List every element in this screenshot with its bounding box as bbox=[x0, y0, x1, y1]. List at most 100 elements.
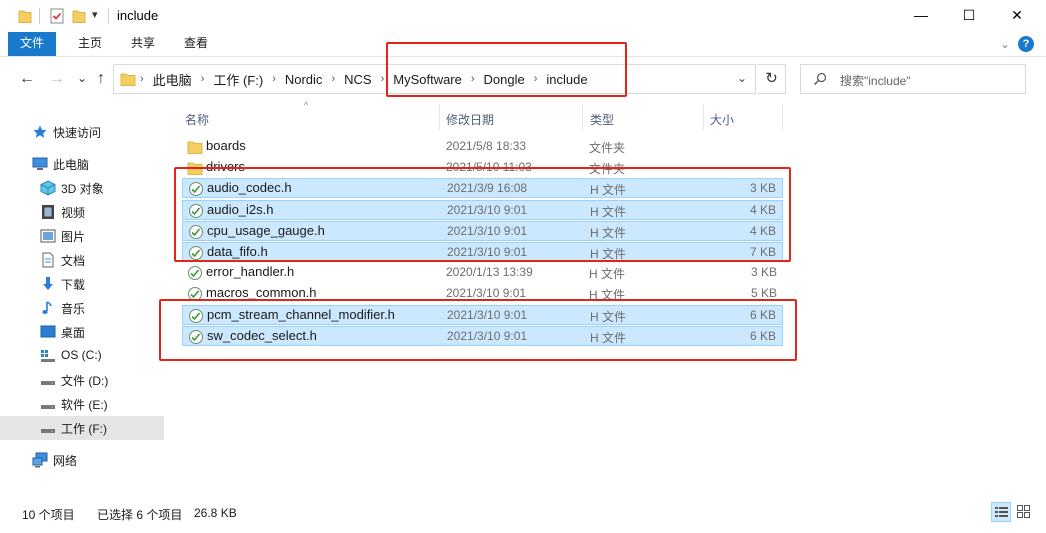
sidebar-item-downloads[interactable]: 下载 bbox=[0, 272, 164, 296]
close-button[interactable]: ✕ bbox=[994, 0, 1040, 30]
annotation-box-selection-2 bbox=[159, 299, 797, 361]
sidebar-item-quick-access[interactable]: 快速访问 bbox=[0, 120, 164, 144]
sidebar-item-this-pc[interactable]: 此电脑 bbox=[0, 152, 164, 176]
breadcrumb-drive-f[interactable]: 工作 (F:) bbox=[213, 70, 263, 89]
maximize-button[interactable]: ☐ bbox=[946, 0, 992, 30]
forward-button[interactable]: → bbox=[47, 69, 67, 89]
file-size: 5 KB bbox=[750, 286, 777, 300]
download-icon bbox=[43, 277, 53, 290]
sort-ascending-icon: ^ bbox=[304, 100, 309, 110]
address-dropdown-icon[interactable]: ⌄ bbox=[737, 71, 747, 85]
recent-locations-button[interactable]: ⌄ bbox=[72, 68, 92, 88]
refresh-button[interactable]: ↻ bbox=[758, 64, 786, 94]
sidebar-item-3d-objects[interactable]: 3D 对象 bbox=[0, 176, 164, 200]
file-type: 文件夹 bbox=[589, 141, 626, 155]
file-name: error_handler.h bbox=[206, 264, 295, 279]
tab-home[interactable]: 主页 bbox=[66, 32, 114, 56]
sidebar-item-label: 图片 bbox=[61, 230, 86, 244]
sidebar-item-label: 快速访问 bbox=[53, 126, 102, 140]
minimize-button[interactable]: — bbox=[898, 0, 944, 30]
sidebar-item-label: 网络 bbox=[53, 454, 78, 468]
sidebar-item-drive-d[interactable]: 文件 (D:) bbox=[0, 368, 164, 392]
large-icons-view-button[interactable] bbox=[1014, 502, 1034, 522]
properties-icon[interactable] bbox=[49, 7, 65, 25]
sidebar-item-label: 下载 bbox=[61, 278, 86, 292]
details-view-button[interactable] bbox=[991, 502, 1011, 522]
sidebar-item-network[interactable]: 网络 bbox=[0, 448, 164, 472]
tab-file[interactable]: 文件 bbox=[8, 32, 56, 56]
desktop-icon bbox=[40, 325, 56, 338]
new-folder-icon[interactable] bbox=[72, 7, 86, 25]
sidebar-item-desktop[interactable]: 桌面 bbox=[0, 320, 164, 344]
computer-icon bbox=[32, 157, 48, 170]
drive-icon bbox=[41, 405, 55, 409]
customize-toolbar-icon[interactable]: ▾ bbox=[92, 8, 98, 21]
tab-share[interactable]: 共享 bbox=[119, 32, 167, 56]
status-size: 26.8 KB bbox=[194, 506, 237, 520]
star-icon bbox=[33, 125, 47, 138]
chevron-right-icon[interactable]: › bbox=[201, 73, 205, 85]
annotation-box-selection-1 bbox=[174, 167, 791, 262]
file-modified-date: 2021/5/8 18:33 bbox=[446, 139, 527, 153]
file-modified-date: 2020/1/13 13:39 bbox=[446, 265, 533, 279]
sidebar-item-label: 音乐 bbox=[61, 302, 86, 316]
tab-view[interactable]: 查看 bbox=[172, 32, 220, 56]
column-header-date[interactable]: 修改日期 bbox=[446, 111, 494, 137]
column-header-type[interactable]: 类型 bbox=[590, 111, 614, 137]
column-separator[interactable] bbox=[439, 104, 440, 130]
chevron-right-icon[interactable]: › bbox=[381, 73, 385, 85]
back-button[interactable]: ← bbox=[17, 69, 37, 89]
chevron-down-icon[interactable]: ⌄ bbox=[1000, 37, 1010, 51]
sidebar-item-label: 软件 (E:) bbox=[61, 398, 108, 412]
column-separator[interactable] bbox=[703, 104, 704, 130]
large-icons-view-icon bbox=[1017, 505, 1030, 518]
chevron-right-icon[interactable]: › bbox=[331, 73, 335, 85]
column-header-size[interactable]: 大小 bbox=[710, 111, 734, 137]
chevron-right-icon[interactable]: › bbox=[140, 73, 144, 85]
sidebar-item-label: 视频 bbox=[61, 206, 86, 220]
breadcrumb-nordic[interactable]: Nordic bbox=[285, 72, 323, 87]
sidebar-item-videos[interactable]: 视频 bbox=[0, 200, 164, 224]
cube-icon bbox=[40, 180, 56, 196]
breadcrumb-ncs[interactable]: NCS bbox=[344, 72, 371, 87]
header-file-icon bbox=[188, 266, 202, 280]
sidebar-item-pictures[interactable]: 图片 bbox=[0, 224, 164, 248]
sidebar-item-drive-f[interactable]: 工作 (F:) bbox=[0, 416, 164, 440]
sidebar-item-label: 3D 对象 bbox=[61, 182, 104, 196]
annotation-box-breadcrumb bbox=[386, 42, 627, 97]
status-selection: 已选择 6 个项目 bbox=[97, 508, 183, 522]
sidebar-item-music[interactable]: 音乐 bbox=[0, 296, 164, 320]
help-icon[interactable]: ? bbox=[1018, 36, 1034, 52]
file-row[interactable]: boards 2021/5/8 18:33 文件夹 bbox=[182, 137, 783, 157]
folder-icon bbox=[120, 73, 136, 86]
column-separator[interactable] bbox=[782, 104, 783, 130]
up-button[interactable]: ↑ bbox=[91, 69, 111, 89]
sidebar-item-drive-c[interactable]: OS (C:) bbox=[0, 344, 164, 368]
network-icon bbox=[32, 452, 48, 468]
sidebar-item-label: 文件 (D:) bbox=[61, 374, 109, 388]
status-item-count: 10 个项目 bbox=[22, 508, 75, 522]
file-name: boards bbox=[206, 138, 246, 153]
sidebar-item-drive-e[interactable]: 软件 (E:) bbox=[0, 392, 164, 416]
title-bar: ▾ include — ☐ ✕ bbox=[0, 0, 1046, 32]
file-name: macros_common.h bbox=[206, 285, 317, 300]
breadcrumb-this-pc[interactable]: 此电脑 bbox=[153, 70, 192, 89]
drive-icon bbox=[41, 381, 55, 385]
column-header-name[interactable]: 名称 bbox=[185, 111, 209, 137]
chevron-right-icon[interactable]: › bbox=[272, 73, 276, 85]
file-size: 3 KB bbox=[750, 265, 777, 279]
window-title: include bbox=[117, 8, 159, 23]
search-input[interactable]: 搜索"include" bbox=[800, 64, 1026, 94]
search-icon bbox=[814, 72, 827, 85]
column-separator[interactable] bbox=[582, 104, 583, 130]
sidebar-item-label: 工作 (F:) bbox=[61, 422, 107, 436]
file-modified-date: 2021/3/10 9:01 bbox=[446, 286, 527, 300]
music-icon bbox=[42, 301, 52, 314]
file-row[interactable]: error_handler.h 2020/1/13 13:39 H 文件 3 KB bbox=[182, 263, 783, 283]
explorer-window: ▾ include — ☐ ✕ 文件 主页 共享 查看 ⌄ ? ← → ⌄ ↑ … bbox=[0, 0, 1046, 533]
sidebar-item-label: OS (C:) bbox=[61, 348, 102, 362]
sidebar-item-label: 文档 bbox=[61, 254, 86, 268]
drive-icon bbox=[41, 429, 55, 433]
document-icon bbox=[42, 252, 54, 268]
sidebar-item-documents[interactable]: 文档 bbox=[0, 248, 164, 272]
